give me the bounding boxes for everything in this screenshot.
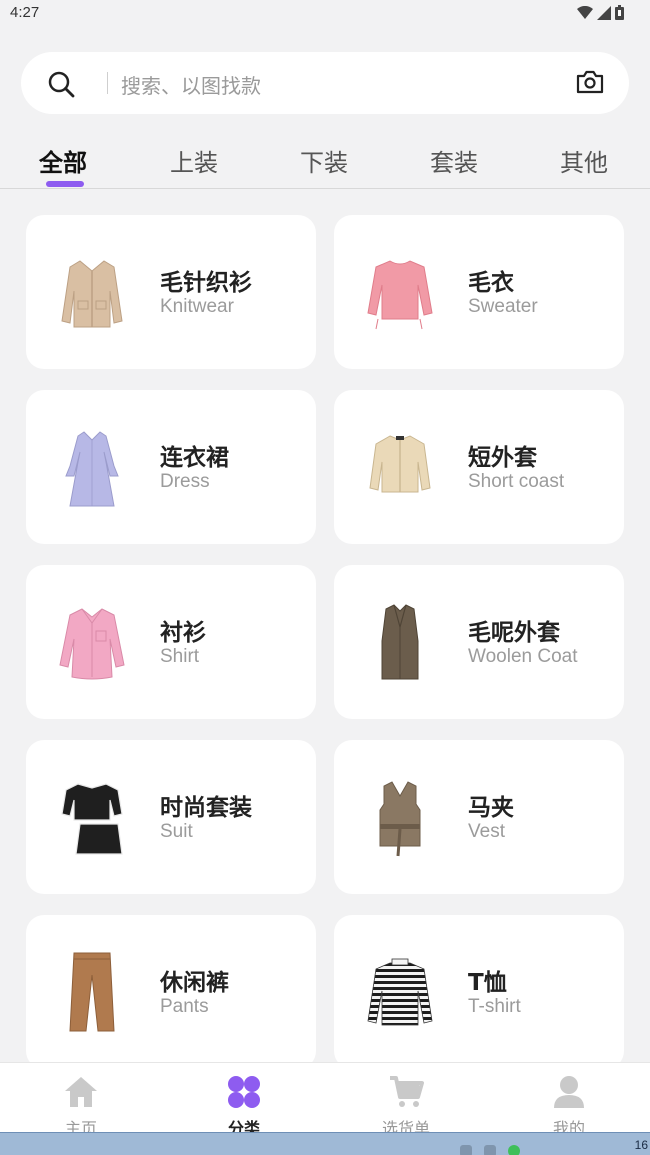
nav-home[interactable]: 主页: [31, 1075, 131, 1132]
tray-status-icon[interactable]: [508, 1145, 520, 1155]
taskbar-clock: 16: [634, 1138, 648, 1152]
pants-icon: [69, 952, 115, 1032]
status-icons: [577, 5, 624, 20]
status-bar: 4:27: [0, 0, 650, 28]
category-icon: [228, 1076, 260, 1108]
category-tabs: 全部 上装 下装 套装 其他: [0, 135, 650, 189]
tab-all[interactable]: 全部: [39, 143, 87, 178]
category-card-short-jacket[interactable]: 短外套 Short coast: [334, 390, 624, 544]
bottom-nav: 主页 分类 选货单 我的: [0, 1062, 650, 1132]
tray-app-icon[interactable]: [484, 1145, 496, 1155]
category-name-en: Short coast: [468, 471, 565, 492]
nav-label: 分类: [227, 1119, 260, 1132]
active-tab-indicator: [46, 181, 84, 187]
category-name-zh: 毛针织衫: [160, 270, 252, 296]
cardigan-icon: [61, 260, 123, 328]
nav-label: 主页: [64, 1119, 97, 1132]
category-name-en: Suit: [160, 821, 193, 842]
category-card-tshirt[interactable]: T恤 T-shirt: [334, 915, 624, 1069]
status-time: 4:27: [10, 4, 40, 21]
tab-others[interactable]: 其他: [560, 143, 608, 178]
short-jacket-icon: [369, 435, 431, 493]
category-card-vest[interactable]: 马夹 Vest: [334, 740, 624, 894]
category-card-suit[interactable]: 时尚套装 Suit: [26, 740, 316, 894]
tab-tops[interactable]: 上装: [170, 143, 218, 178]
category-name-zh: T恤: [468, 970, 507, 996]
category-card-pants[interactable]: 休闲裤 Pants: [26, 915, 316, 1069]
shirt-icon: [59, 608, 125, 680]
sweater-icon: [367, 260, 433, 330]
nav-profile[interactable]: 我的: [519, 1075, 619, 1132]
category-name-zh: 休闲裤: [160, 970, 229, 996]
category-name-zh: 时尚套装: [160, 795, 252, 821]
suit-icon: [61, 783, 123, 855]
signal-icon: [597, 5, 611, 20]
nav-category[interactable]: 分类: [194, 1075, 294, 1132]
category-card-knitwear[interactable]: 毛针织衫 Knitwear: [26, 215, 316, 369]
category-name-en: Woolen Coat: [468, 646, 578, 667]
category-card-sweater[interactable]: 毛衣 Sweater: [334, 215, 624, 369]
category-name-zh: 衬衫: [160, 620, 206, 646]
search-input[interactable]: 搜索、以图找款: [121, 70, 261, 99]
search-divider: [107, 72, 108, 94]
category-name-en: Dress: [160, 471, 210, 492]
tshirt-icon: [367, 958, 433, 1026]
camera-icon[interactable]: [575, 68, 605, 96]
category-name-en: T-shirt: [468, 996, 521, 1017]
search-bar[interactable]: 搜索、以图找款: [21, 52, 629, 114]
system-tray: [460, 1145, 520, 1155]
category-name-en: Pants: [160, 996, 209, 1017]
home-icon: [65, 1077, 97, 1107]
profile-icon: [554, 1076, 584, 1108]
tab-bottoms[interactable]: 下装: [300, 143, 348, 178]
category-name-zh: 连衣裙: [160, 445, 229, 471]
category-name-en: Knitwear: [160, 296, 234, 317]
woolen-coat-icon: [381, 604, 419, 680]
category-name-zh: 短外套: [468, 445, 537, 471]
category-card-woolen-coat[interactable]: 毛呢外套 Woolen Coat: [334, 565, 624, 719]
search-icon[interactable]: [47, 70, 75, 98]
category-name-zh: 马夹: [468, 795, 514, 821]
tab-sets[interactable]: 套装: [430, 143, 478, 178]
category-card-shirt[interactable]: 衬衫 Shirt: [26, 565, 316, 719]
nav-cart[interactable]: 选货单: [356, 1075, 456, 1132]
category-name-zh: 毛衣: [468, 270, 514, 296]
battery-icon: [615, 5, 624, 20]
cart-icon: [390, 1076, 424, 1107]
category-card-dress[interactable]: 连衣裙 Dress: [26, 390, 316, 544]
category-name-en: Sweater: [468, 296, 538, 317]
category-name-zh: 毛呢外套: [468, 620, 560, 646]
vest-icon: [379, 781, 421, 857]
os-taskbar: 16: [0, 1132, 650, 1155]
nav-label: 选货单: [381, 1119, 430, 1132]
tray-app-icon[interactable]: [460, 1145, 472, 1155]
dress-icon: [65, 431, 119, 507]
category-name-en: Shirt: [160, 646, 200, 667]
nav-label: 我的: [552, 1119, 585, 1132]
wifi-icon: [577, 5, 593, 19]
category-name-en: Vest: [468, 821, 505, 842]
